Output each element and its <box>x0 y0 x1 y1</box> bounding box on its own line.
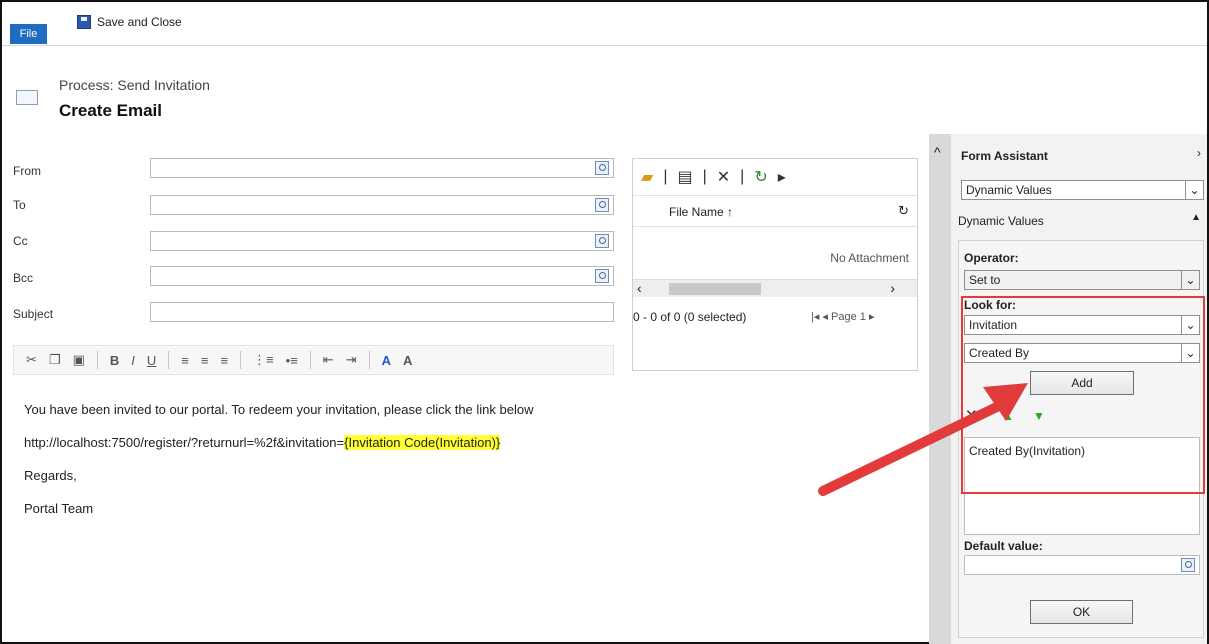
annotation-arrow <box>818 383 1028 496</box>
arrow-shaft <box>818 398 1010 496</box>
